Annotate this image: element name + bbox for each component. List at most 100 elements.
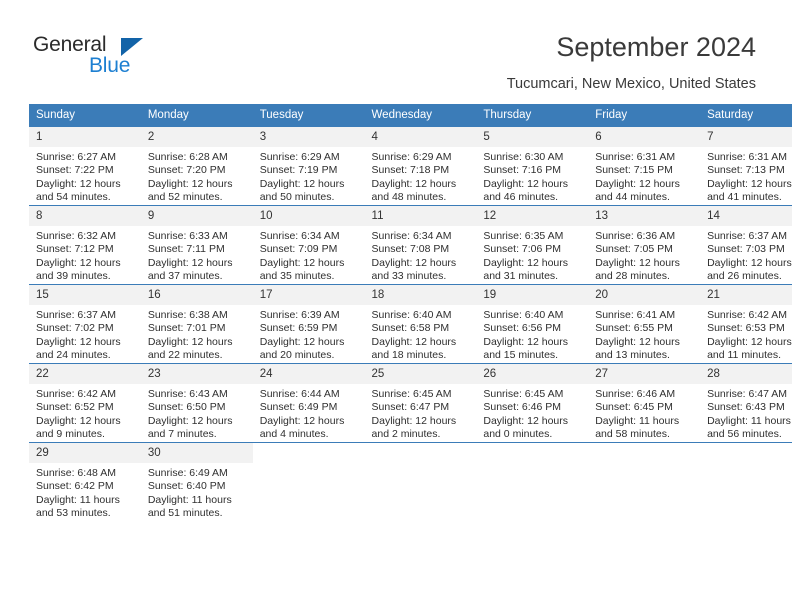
day-cell-inner: 29 Sunrise: 6:48 AM Sunset: 6:42 PM Dayligh… [29,443,141,521]
general-blue-logo[interactable]: General Blue [33,33,163,81]
calendar-table: Sunday Monday Tuesday Wednesday Thursday Frid… [29,104,792,521]
day-sun-info: Sunrise: 6:44 AM Sunset: 6:49 PM Daylight:… [253,384,365,441]
day-daylight-1-text: Daylight: 12 hours [595,177,680,190]
day-daylight-2-text: and 4 minutes. [259,427,329,440]
day-daylight-2-text: and 50 minutes. [259,190,335,203]
day-daylight-1-text: Daylight: 12 hours [36,256,121,269]
day-daylight-2-text: and 54 minutes. [36,190,111,203]
calendar-day-cell[interactable]: 12 Sunrise: 6:35 AM Sunset: 7:06 PM Dayligh… [476,205,589,285]
day-daylight-2-text: and 20 minutes. [259,348,335,361]
day-daylight-1-text: Daylight: 12 hours [259,177,345,190]
day-cell-inner: 3 Sunrise: 6:29 AM Sunset: 7:19 PM Daylight… [252,127,365,205]
day-sunrise-text: Sunrise: 6:30 AM [483,151,564,163]
day-daylight-1-text: Daylight: 11 hours [595,414,680,427]
day-number: 24 [252,364,365,384]
day-sunrise-text: Sunrise: 6:29 AM [259,151,340,163]
day-sunset-text: Sunset: 6:40 PM [147,480,226,493]
calendar-day-cell[interactable]: 14 Sunrise: 6:37 AM Sunset: 7:03 PM Dayligh… [700,205,792,285]
day-sunset-text: Sunset: 7:16 PM [483,164,562,177]
calendar-day-cell[interactable]: 25 Sunrise: 6:45 AM Sunset: 6:47 PM Dayligh… [364,363,477,443]
calendar-day-cell[interactable]: 16 Sunrise: 6:38 AM Sunset: 7:01 PM Dayligh… [140,284,253,364]
day-daylight-1-text: Daylight: 12 hours [259,414,345,427]
calendar-day-cell[interactable]: 7 Sunrise: 6:31 AM Sunset: 7:13 PM Daylight… [700,126,792,206]
day-sunset-text: Sunset: 7:09 PM [259,243,338,256]
day-sunset-text: Sunset: 6:49 PM [259,401,338,414]
calendar-day-cell[interactable]: 10 Sunrise: 6:34 AM Sunset: 7:09 PM Dayligh… [252,205,365,285]
calendar-day-cell[interactable]: 4 Sunrise: 6:29 AM Sunset: 7:18 PM Daylight… [364,126,477,206]
weekday-header-tuesday: Tuesday [252,104,365,127]
calendar-day-cell[interactable]: 20 Sunrise: 6:41 AM Sunset: 6:55 PM Dayligh… [588,284,701,364]
day-sun-info: Sunrise: 6:34 AM Sunset: 7:08 PM Daylight:… [365,226,477,283]
day-sunset-text: Sunset: 7:02 PM [36,322,114,335]
calendar-day-cell[interactable]: 3 Sunrise: 6:29 AM Sunset: 7:19 PM Daylight… [252,126,365,206]
day-cell-inner: 27 Sunrise: 6:46 AM Sunset: 6:45 PM Dayligh… [588,364,701,442]
day-daylight-1-text: Daylight: 12 hours [36,177,121,190]
day-daylight-1-text: Daylight: 11 hours [36,493,120,506]
calendar-day-cell[interactable]: 27 Sunrise: 6:46 AM Sunset: 6:45 PM Dayligh… [588,363,701,443]
calendar-day-cell[interactable]: 15 Sunrise: 6:37 AM Sunset: 7:02 PM Dayligh… [29,284,141,364]
day-sun-info: Sunrise: 6:42 AM Sunset: 6:52 PM Daylight:… [29,384,141,441]
day-sunrise-text: Sunrise: 6:36 AM [595,230,676,242]
page-header: General Blue September 2024 Tucumcari, N… [0,0,792,100]
weekday-header-monday: Monday [140,104,253,127]
day-daylight-2-text: and 44 minutes. [595,190,670,203]
day-daylight-1-text: Daylight: 12 hours [259,256,345,269]
day-daylight-2-text: and 33 minutes. [371,269,447,282]
day-number: 8 [29,206,141,226]
day-sunrise-text: Sunrise: 6:38 AM [147,309,228,321]
day-sunset-text: Sunset: 6:52 PM [36,401,114,414]
day-daylight-1-text: Daylight: 11 hours [147,493,232,506]
day-cell-inner: 6 Sunrise: 6:31 AM Sunset: 7:15 PM Daylight… [588,127,701,205]
calendar-day-cell[interactable]: 6 Sunrise: 6:31 AM Sunset: 7:15 PM Daylight… [588,126,701,206]
day-sunset-text: Sunset: 7:08 PM [371,243,450,256]
day-cell-inner: 12 Sunrise: 6:35 AM Sunset: 7:06 PM Dayligh… [476,206,589,284]
calendar-day-cell[interactable]: 29 Sunrise: 6:48 AM Sunset: 6:42 PM Dayligh… [29,442,141,521]
calendar-day-cell[interactable]: 11 Sunrise: 6:34 AM Sunset: 7:08 PM Dayligh… [364,205,477,285]
day-number: 15 [29,285,141,305]
day-cell-inner: 20 Sunrise: 6:41 AM Sunset: 6:55 PM Dayligh… [588,285,701,363]
calendar-day-cell[interactable]: 18 Sunrise: 6:40 AM Sunset: 6:58 PM Dayligh… [364,284,477,364]
day-daylight-1-text: Daylight: 12 hours [371,335,457,348]
day-sunrise-text: Sunrise: 6:42 AM [707,309,788,321]
calendar-day-cell[interactable]: 19 Sunrise: 6:40 AM Sunset: 6:56 PM Dayligh… [476,284,589,364]
day-sunset-text: Sunset: 6:45 PM [595,401,673,414]
calendar-day-cell[interactable]: 23 Sunrise: 6:43 AM Sunset: 6:50 PM Dayligh… [140,363,253,443]
day-cell-inner: 21 Sunrise: 6:42 AM Sunset: 6:53 PM Dayligh… [700,285,792,363]
day-cell-inner: 15 Sunrise: 6:37 AM Sunset: 7:02 PM Dayligh… [29,285,141,363]
calendar-day-cell[interactable]: 8 Sunrise: 6:32 AM Sunset: 7:12 PM Daylight… [29,205,141,285]
calendar-day-cell[interactable]: 1 Sunrise: 6:27 AM Sunset: 7:22 PM Daylight… [29,126,141,206]
calendar-week-row: 8 Sunrise: 6:32 AM Sunset: 7:12 PM Daylight… [29,205,792,285]
day-sun-info: Sunrise: 6:40 AM Sunset: 6:56 PM Daylight:… [476,305,588,362]
calendar-day-cell[interactable]: 24 Sunrise: 6:44 AM Sunset: 6:49 PM Dayligh… [252,363,365,443]
calendar-day-cell[interactable]: 13 Sunrise: 6:36 AM Sunset: 7:05 PM Dayligh… [588,205,701,285]
day-sun-info: Sunrise: 6:31 AM Sunset: 7:13 PM Daylight:… [700,147,792,204]
day-number: 1 [29,127,141,147]
day-sunrise-text: Sunrise: 6:48 AM [36,467,116,479]
day-sunrise-text: Sunrise: 6:40 AM [483,309,564,321]
day-number: 13 [588,206,701,226]
calendar-day-cell[interactable]: 22 Sunrise: 6:42 AM Sunset: 6:52 PM Dayligh… [29,363,141,443]
calendar-day-cell[interactable]: 30 Sunrise: 6:49 AM Sunset: 6:40 PM Dayligh… [140,442,253,521]
day-cell-inner: 9 Sunrise: 6:33 AM Sunset: 7:11 PM Daylight… [140,206,253,284]
day-daylight-2-text: and 26 minutes. [707,269,782,282]
calendar-day-cell[interactable]: 2 Sunrise: 6:28 AM Sunset: 7:20 PM Daylight… [140,126,253,206]
day-sun-info: Sunrise: 6:49 AM Sunset: 6:40 PM Daylight:… [141,463,253,520]
day-daylight-2-text: and 28 minutes. [595,269,670,282]
calendar-day-cell[interactable]: 9 Sunrise: 6:33 AM Sunset: 7:11 PM Daylight… [140,205,253,285]
day-sunrise-text: Sunrise: 6:49 AM [147,467,228,479]
calendar-day-cell[interactable]: 5 Sunrise: 6:30 AM Sunset: 7:16 PM Daylight… [476,126,589,206]
page-title: September 2024 [556,32,756,62]
calendar-day-cell[interactable]: 21 Sunrise: 6:42 AM Sunset: 6:53 PM Dayligh… [700,284,792,364]
day-sunset-text: Sunset: 6:50 PM [147,401,226,414]
calendar-day-cell[interactable]: 26 Sunrise: 6:45 AM Sunset: 6:46 PM Dayligh… [476,363,589,443]
day-sunrise-text: Sunrise: 6:42 AM [36,388,116,400]
day-daylight-1-text: Daylight: 12 hours [371,256,457,269]
day-daylight-1-text: Daylight: 12 hours [147,256,233,269]
weekday-header-friday: Friday [588,104,701,127]
calendar-day-cell[interactable]: 17 Sunrise: 6:39 AM Sunset: 6:59 PM Dayligh… [252,284,365,364]
day-daylight-1-text: Daylight: 12 hours [707,335,792,348]
calendar-day-cell[interactable]: 28 Sunrise: 6:47 AM Sunset: 6:43 PM Dayligh… [700,363,792,443]
day-daylight-1-text: Daylight: 12 hours [36,414,121,427]
day-number: 11 [364,206,477,226]
day-cell-inner: 26 Sunrise: 6:45 AM Sunset: 6:46 PM Dayligh… [476,364,589,442]
